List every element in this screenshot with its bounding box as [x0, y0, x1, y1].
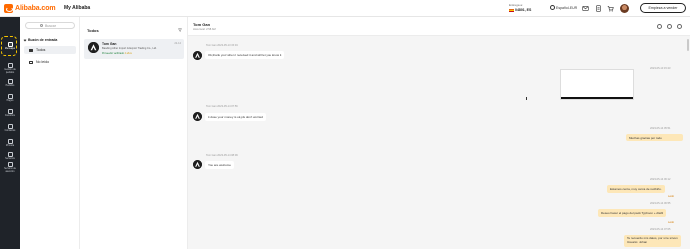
alibaba-logo-icon — [4, 4, 13, 13]
folder-all-label: Todos — [36, 48, 46, 52]
message-bubble: You are welcome — [205, 161, 234, 169]
rail-label: Contactos — [4, 129, 16, 132]
rail-item-favorites[interactable]: Favoritos — [0, 109, 20, 118]
chat-contact-name: Tom Gan — [193, 22, 211, 27]
outgoing-text-extra: Usuario: Johan — [627, 239, 648, 244]
message-bubble: Ok,thank you! when I received it and wil… — [205, 51, 285, 59]
rail-label: Mensajes — [4, 47, 16, 50]
globe-icon — [550, 5, 555, 10]
rail-label: Servicios — [5, 157, 15, 160]
search-input[interactable]: Buscar — [25, 22, 75, 29]
translate-icon[interactable] — [657, 24, 662, 29]
rail-label: Pagos — [6, 99, 14, 102]
conversation-list: Todos Tom Gan 22-14 Baoding Aiher Import… — [80, 17, 188, 249]
orders-icon[interactable] — [595, 5, 602, 12]
folder-unread-label: No leído — [36, 60, 50, 64]
outgoing-bubble: Deseo hacer el pago del pack Typhoon + A… — [598, 209, 667, 217]
deliver-label: Entrega a: — [509, 3, 523, 7]
inbox-label: Buzón de entrada — [28, 38, 58, 42]
rail-item-order-management[interactable]: Gestión de pedidos — [0, 63, 20, 74]
read-status: Leído — [668, 221, 674, 224]
conversation-item[interactable]: Tom Gan 22-14 Baoding Aiher Import & Exp… — [84, 39, 184, 59]
message-meta: Tom Gan 2023-05-14 08:09 — [206, 154, 238, 157]
supplier-avatar — [193, 112, 202, 121]
folder-unread[interactable]: No leído — [24, 58, 76, 66]
rail-item-contacts[interactable]: Contactos — [0, 124, 20, 133]
message-bubble: it dose your money is ok,pls don't worri… — [205, 113, 266, 121]
outgoing-bubble: Estamos cerca, muy cerca de recibirlo. — [607, 185, 665, 193]
search-icon — [40, 24, 43, 27]
supplier-avatar — [193, 160, 202, 169]
verified-badge: Proveedor verificado 4 años — [102, 52, 132, 55]
outgoing-bubble: Te recuerdo mis datos, por si te sirven … — [624, 235, 681, 247]
rail-label: Pedidos — [5, 84, 15, 87]
chat-scrollbar[interactable] — [687, 39, 689, 51]
years-label: 4 años — [124, 52, 132, 55]
inbox-icon — [29, 48, 33, 52]
filter-icon[interactable] — [178, 28, 182, 32]
top-header: Alibaba.com My Alibaba Entrega a: 04801,… — [0, 0, 690, 17]
my-alibaba-link[interactable]: My Alibaba — [64, 5, 90, 11]
left-nav-rail: Mensajes Gestión de pedidos Pedidos Pago… — [0, 17, 20, 249]
verified-label: Proveedor verificado — [102, 52, 124, 55]
language-label: Español-EUR — [556, 5, 578, 10]
image-marker — [526, 97, 527, 100]
message-meta: Tom Gan 2023-05-13 15:04 — [206, 44, 238, 47]
folder-all[interactable]: Todos — [24, 46, 76, 54]
message-meta: 2023-05-14 07:05 — [650, 228, 671, 231]
conversation-company: Baoding Aiher Import & Export Trading Co… — [102, 47, 157, 50]
read-status: Leído — [668, 195, 674, 198]
messages-icon[interactable] — [582, 5, 589, 12]
rail-item-customer-service[interactable]: Servicio de atención — [0, 162, 20, 173]
rail-item-my-list[interactable]: Mi Lista — [0, 139, 20, 148]
rail-label: Favoritos — [5, 114, 15, 117]
start-selling-button[interactable]: Empieza a vender — [640, 3, 686, 13]
outgoing-bubble: Muchas gracias por todo — [626, 134, 683, 141]
call-icon[interactable] — [667, 24, 672, 29]
spain-flag-icon — [509, 8, 514, 12]
conversation-date: 22-14 — [174, 42, 181, 45]
chevron-down-icon — [23, 38, 27, 42]
supplier-avatar — [193, 51, 202, 60]
user-avatar[interactable] — [620, 4, 629, 13]
chat-tools — [657, 24, 682, 29]
deliver-zip: 04801, ES — [515, 8, 532, 12]
message-meta: Tom Gan 2023-05-14 07:56 — [206, 105, 238, 108]
rail-item-services[interactable]: Servicios — [0, 152, 20, 161]
conversation-name: Tom Gan — [102, 42, 117, 46]
rail-item-messages[interactable]: Mensajes — [0, 42, 20, 51]
chat-header: Tom Gan Hora local: 2:58 AM — [188, 17, 690, 36]
search-placeholder: Buscar — [45, 23, 56, 28]
conversation-list-title: Todos — [87, 28, 99, 33]
message-meta: 2023-05-14 06:55 — [650, 202, 671, 205]
rail-item-payments[interactable]: Pagos — [0, 94, 20, 103]
sent-image[interactable] — [560, 69, 634, 100]
message-meta: 2023-05-13 15:23 — [650, 67, 671, 70]
chat-local-time: Hora local: 2:58 AM — [193, 28, 216, 31]
deliver-to-selector[interactable]: Entrega a: 04801, ES — [509, 3, 547, 15]
rail-item-orders[interactable]: Pedidos — [0, 79, 20, 88]
cart-icon[interactable] — [607, 5, 614, 12]
language-selector[interactable]: Español-EUR — [550, 5, 577, 10]
chat-panel: Tom Gan Hora local: 2:58 AM Tom Gan 2023… — [188, 17, 690, 249]
message-folders-panel: Buscar Buzón de entrada Todos No leído — [20, 17, 80, 249]
supplier-avatar — [88, 42, 99, 53]
rail-label: Gestión de pedidos — [4, 68, 16, 74]
alibaba-logo[interactable]: Alibaba.com — [4, 3, 56, 14]
unread-icon — [29, 60, 33, 64]
message-meta: 2023-05-14 05:51 — [650, 127, 671, 130]
rail-label: Servicio de atención — [4, 167, 16, 173]
inbox-folder-header[interactable]: Buzón de entrada — [23, 38, 58, 42]
logo-text: Alibaba.com — [15, 5, 56, 12]
message-meta: 2023-05-14 06:12 — [650, 178, 671, 181]
rail-label: Mi Lista — [5, 144, 15, 147]
more-icon[interactable] — [677, 24, 682, 29]
